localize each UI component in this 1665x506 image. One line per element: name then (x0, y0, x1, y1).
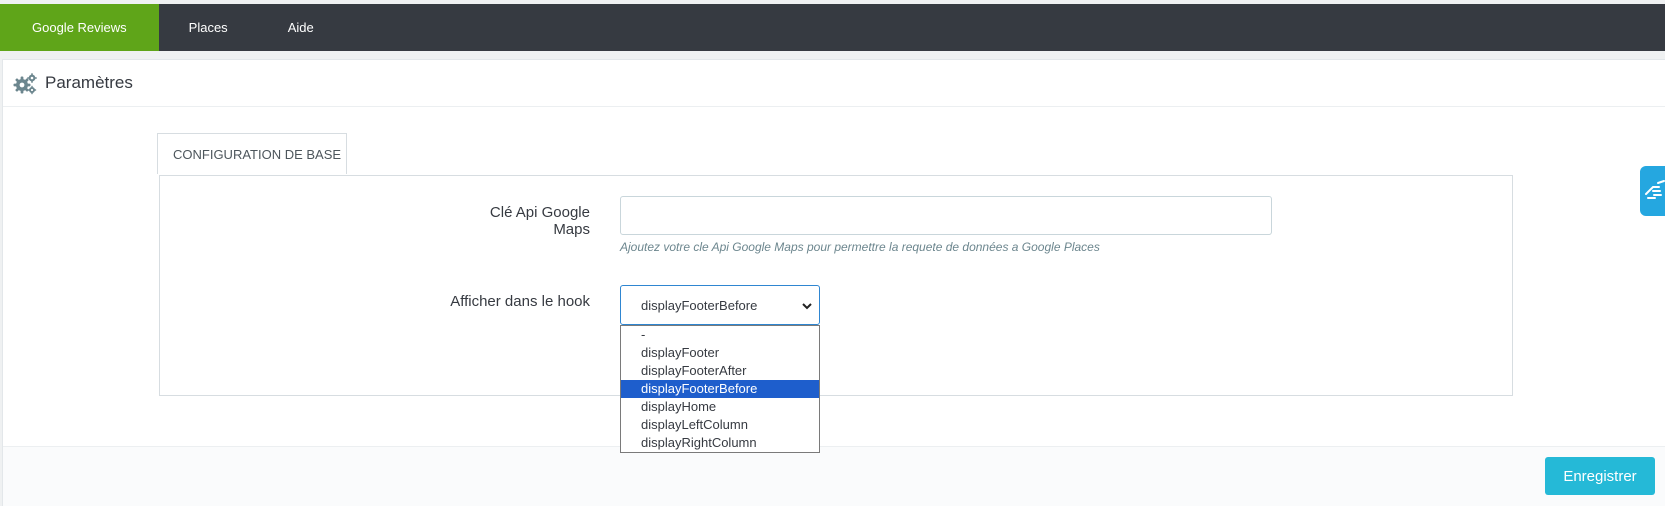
api-key-input[interactable] (620, 196, 1272, 235)
nav-tab-aide[interactable]: Aide (264, 4, 346, 51)
hook-select[interactable]: displayFooterBefore (620, 285, 820, 325)
api-key-help-text: Ajoutez votre cle Api Google Maps pour p… (620, 240, 1100, 254)
gears-icon (13, 73, 37, 95)
chevron-down-icon (802, 303, 812, 310)
hook-option[interactable]: displayLeftColumn (621, 416, 819, 434)
help-widget[interactable] (1640, 166, 1665, 216)
handshake-icon (1645, 180, 1665, 199)
hook-option-selected[interactable]: displayFooterBefore (621, 380, 819, 398)
page-title: Paramètres (45, 73, 133, 92)
panel-footer (3, 446, 1665, 506)
api-key-label: Clé Api Google Maps (489, 204, 590, 238)
hook-dropdown-list: - displayFooter displayFooterAfter displ… (620, 325, 820, 453)
hook-option[interactable]: - (621, 326, 819, 344)
panel-heading: Paramètres (3, 60, 1665, 107)
nav-tab-places[interactable]: Places (159, 4, 264, 51)
hook-option[interactable]: displayFooterAfter (621, 362, 819, 380)
hook-option[interactable]: displayRightColumn (621, 434, 819, 452)
tab-configuration-de-base[interactable]: CONFIGURATION DE BASE (157, 133, 347, 174)
nav-tab-google-reviews[interactable]: Google Reviews (0, 4, 159, 51)
hook-select-value: displayFooterBefore (641, 297, 758, 313)
top-navigation: Google Reviews Places Aide (0, 4, 1665, 51)
hook-option[interactable]: displayHome (621, 398, 819, 416)
hook-option[interactable]: displayFooter (621, 344, 819, 362)
save-button[interactable]: Enregistrer (1545, 457, 1655, 495)
hook-label: Afficher dans le hook (450, 293, 590, 310)
